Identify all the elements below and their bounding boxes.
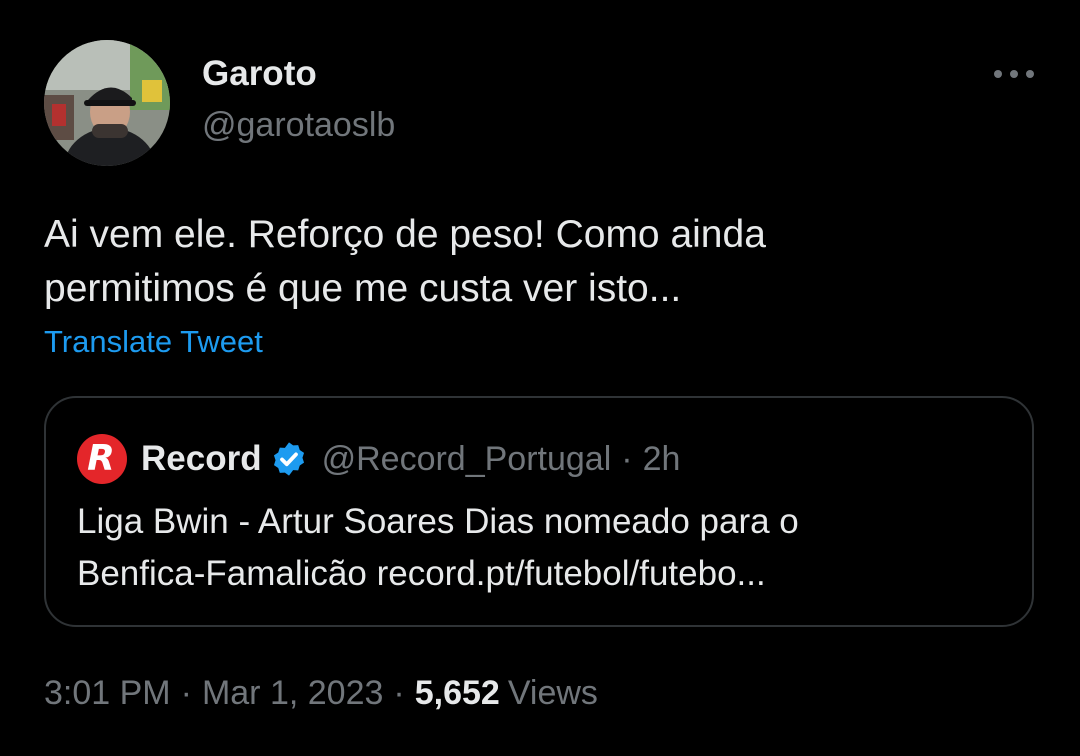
verified-badge-icon	[273, 442, 304, 476]
separator-dot: ·	[180, 674, 192, 712]
quoted-author-name[interactable]: Record	[141, 439, 262, 479]
views-count[interactable]: 5,652	[415, 674, 500, 712]
quoted-text-line[interactable]: Benfica-Famalicão record.pt/futebol/fute…	[77, 548, 799, 600]
separator-dot: ·	[621, 439, 633, 478]
tweet-time[interactable]: 3:01 PM	[44, 674, 171, 712]
tweet-date[interactable]: Mar 1, 2023	[202, 674, 383, 712]
views-label[interactable]: Views	[508, 674, 598, 712]
quoted-tweet-card[interactable]: R Record @Record_Portugal · 2h Liga Bwin…	[44, 396, 1034, 627]
quoted-tweet-header: Record @Record_Portugal · 2h	[141, 434, 680, 484]
more-horizontal-icon	[994, 70, 1034, 78]
tweet-text: Ai vem ele. Reforço de peso! Como ainda …	[44, 208, 1004, 316]
record-logo-icon: R	[77, 434, 127, 484]
avatar-photo	[44, 40, 170, 166]
more-options-button[interactable]	[984, 56, 1044, 92]
quoted-text-line: Liga Bwin - Artur Soares Dias nomeado pa…	[77, 502, 799, 541]
tweet-text-line: permitimos é que me custa ver isto...	[44, 267, 682, 310]
tweet-meta: 3:01 PM · Mar 1, 2023 · 5,652 Views	[44, 674, 598, 713]
quoted-tweet-text: Liga Bwin - Artur Soares Dias nomeado pa…	[77, 496, 799, 600]
record-logo-letter: R	[87, 438, 115, 479]
author-avatar[interactable]	[44, 40, 170, 166]
translate-tweet-link[interactable]: Translate Tweet	[44, 324, 263, 360]
quoted-tweet-time[interactable]: 2h	[643, 440, 681, 479]
author-handle[interactable]: @garotaoslb	[202, 106, 395, 145]
quoted-author-handle[interactable]: @Record_Portugal	[322, 440, 612, 479]
separator-dot: ·	[393, 674, 405, 712]
author-name[interactable]: Garoto	[202, 54, 317, 94]
tweet-text-line: Ai vem ele. Reforço de peso! Como ainda	[44, 213, 766, 256]
